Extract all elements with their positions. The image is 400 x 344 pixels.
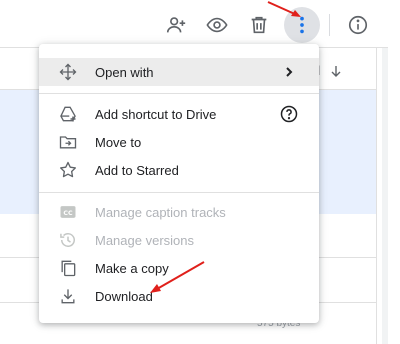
folder-move-icon — [57, 131, 79, 153]
download-icon — [57, 285, 79, 307]
chevron-right-icon — [279, 62, 299, 82]
panel-border — [376, 48, 377, 344]
menu-item-label: Manage caption tracks — [95, 204, 226, 220]
menu-item-label: Download — [95, 288, 153, 304]
menu-item-label: Add shortcut to Drive — [95, 106, 217, 122]
menu-item-open-with[interactable]: Open with — [39, 58, 319, 86]
preview-eye-icon[interactable] — [203, 11, 231, 39]
info-icon[interactable] — [344, 11, 372, 39]
toolbar-divider — [329, 14, 330, 36]
copy-icon — [57, 257, 79, 279]
menu-divider — [39, 192, 319, 193]
help-icon[interactable] — [279, 104, 299, 124]
menu-item-label: Make a copy — [95, 260, 169, 276]
scrollbar[interactable] — [382, 48, 388, 344]
menu-divider — [39, 93, 319, 94]
star-outline-icon — [57, 159, 79, 181]
file-context-menu: Open with Add shortcut to Drive Move to … — [39, 44, 319, 323]
move-arrows-icon — [57, 61, 79, 83]
drive-shortcut-icon — [57, 103, 79, 125]
arrow-down-icon — [331, 65, 341, 77]
more-vert-icon[interactable] — [288, 11, 316, 39]
menu-item-move-to[interactable]: Move to — [39, 128, 319, 156]
menu-item-download[interactable]: Download — [39, 282, 319, 310]
closed-caption-icon: CC — [57, 201, 79, 223]
menu-item-manage-caption-tracks: CC Manage caption tracks — [39, 198, 319, 226]
menu-item-add-to-starred[interactable]: Add to Starred — [39, 156, 319, 184]
menu-item-label: Open with — [95, 64, 154, 80]
trash-icon[interactable] — [245, 11, 273, 39]
menu-item-add-shortcut[interactable]: Add shortcut to Drive — [39, 100, 319, 128]
add-person-icon[interactable] — [162, 11, 190, 39]
menu-item-make-a-copy[interactable]: Make a copy — [39, 254, 319, 282]
menu-item-label: Manage versions — [95, 232, 194, 248]
menu-item-manage-versions: Manage versions — [39, 226, 319, 254]
menu-item-label: Move to — [95, 134, 142, 150]
svg-text:CC: CC — [63, 210, 73, 217]
history-icon — [57, 229, 79, 251]
menu-item-label: Add to Starred — [95, 162, 179, 178]
